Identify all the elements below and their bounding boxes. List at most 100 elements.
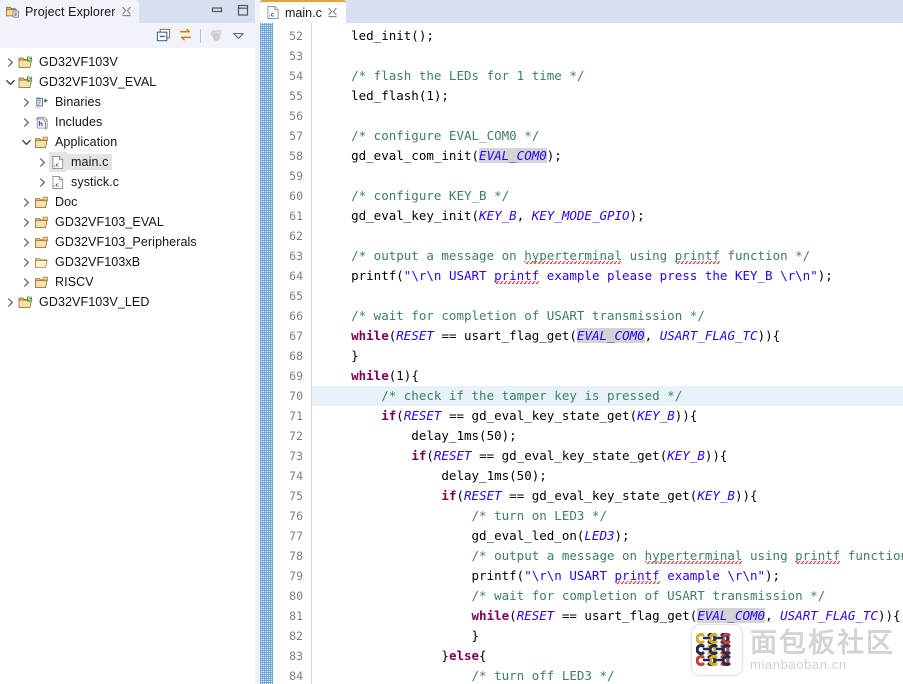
annotation-ruler[interactable]: [260, 23, 273, 684]
tree-item-label: Application: [55, 135, 118, 149]
chevron-right-icon[interactable]: [20, 232, 33, 252]
code-line[interactable]: /* configure KEY_B */: [312, 186, 903, 206]
svg-text:10: 10: [36, 96, 41, 100]
code-line[interactable]: gd_eval_com_init(EVAL_COM0);: [312, 146, 903, 166]
c-file-icon: .c: [266, 5, 280, 20]
code-token: == usart_flag_get(: [554, 608, 698, 623]
code-line[interactable]: led_flash(1);: [312, 86, 903, 106]
code-line[interactable]: if(RESET == gd_eval_key_state_get(KEY_B)…: [312, 406, 903, 426]
line-number: 61: [289, 209, 303, 223]
code-line[interactable]: delay_1ms(50);: [312, 466, 903, 486]
chevron-right-icon[interactable]: [36, 172, 49, 192]
code-line[interactable]: gd_eval_led_on(LED3);: [312, 526, 903, 546]
line-number: 54: [289, 69, 303, 83]
code-token: if: [411, 448, 427, 463]
code-line[interactable]: led_init();: [312, 26, 903, 46]
code-token: ,: [644, 328, 660, 343]
tree-item-includes[interactable]: h Includes: [0, 112, 255, 132]
code-line[interactable]: /* output a message on hyperterminal usi…: [312, 546, 903, 566]
tab-project-explorer[interactable]: Project Explorer: [0, 0, 139, 23]
code-line[interactable]: while(RESET == usart_flag_get(EVAL_COM0,…: [312, 326, 903, 346]
code-line[interactable]: /* wait for completion of USART transmis…: [312, 586, 903, 606]
chevron-down-icon[interactable]: [20, 132, 33, 152]
tree-item-gd32vf103-eval[interactable]: GD32VF103_EVAL: [0, 212, 255, 232]
code-line[interactable]: if(RESET == gd_eval_key_state_get(KEY_B)…: [312, 446, 903, 466]
tree-item-systick-c[interactable]: .c systick.c: [0, 172, 255, 192]
tree-item-gd32vf103v-led[interactable]: C GD32VF103V_LED: [0, 292, 255, 312]
editor-area: .c main.c 52 53 54 55 56 57 58 59 60 61 62 63 64 65 66…: [260, 0, 903, 684]
chevron-right-icon[interactable]: [20, 252, 33, 272]
tree-item-application[interactable]: Application: [0, 132, 255, 152]
code-line[interactable]: printf("\r\n USART printf example \r\n")…: [312, 566, 903, 586]
code-line[interactable]: delay_1ms(50);: [312, 426, 903, 446]
close-icon[interactable]: [121, 6, 132, 17]
chevron-right-icon[interactable]: [20, 192, 33, 212]
svg-text:C: C: [28, 296, 32, 302]
code-line[interactable]: if(RESET == gd_eval_key_state_get(KEY_B)…: [312, 486, 903, 506]
tree-item-gd32vf103v[interactable]: C GD32VF103V: [0, 52, 255, 72]
chevron-down-icon[interactable]: [227, 25, 249, 46]
tab-main-c[interactable]: .c main.c: [260, 0, 346, 23]
code-text-area[interactable]: led_init(); /* flash the LEDs for 1 time…: [312, 23, 903, 684]
code-line[interactable]: }: [312, 626, 903, 646]
line-number: 84: [289, 669, 303, 683]
code-line[interactable]: /* turn on LED3 */: [312, 506, 903, 526]
code-line[interactable]: /* wait for completion of USART transmis…: [312, 306, 903, 326]
chevron-right-icon[interactable]: [20, 212, 33, 232]
code-line[interactable]: /* turn off LED3 */: [312, 666, 903, 684]
code-line[interactable]: /* check if the tamper key is pressed */: [312, 386, 903, 406]
code-line[interactable]: while(RESET == usart_flag_get(EVAL_COM0,…: [312, 606, 903, 626]
chevron-right-icon[interactable]: [4, 52, 17, 72]
code-line[interactable]: }: [312, 346, 903, 366]
code-line[interactable]: [312, 46, 903, 66]
plain-folder-icon: [33, 252, 51, 272]
chevron-right-icon[interactable]: [20, 272, 33, 292]
chevron-right-icon[interactable]: [20, 92, 33, 112]
maximize-icon[interactable]: [235, 2, 251, 18]
line-number: 64: [289, 269, 303, 283]
code-line[interactable]: [312, 166, 903, 186]
tree-item-gd32vf103-peripherals[interactable]: GD32VF103_Peripherals: [0, 232, 255, 252]
code-token: );: [765, 568, 781, 583]
code-line[interactable]: /* configure EVAL_COM0 */: [312, 126, 903, 146]
line-number: 57: [289, 129, 303, 143]
tree-item-doc[interactable]: Doc: [0, 192, 255, 212]
code-line[interactable]: [312, 226, 903, 246]
code-line[interactable]: [312, 106, 903, 126]
code-token: );: [614, 528, 630, 543]
chevron-right-icon[interactable]: [4, 292, 17, 312]
code-token: );: [817, 268, 833, 283]
chevron-right-icon[interactable]: [20, 112, 33, 132]
c-project-icon: C: [17, 52, 35, 72]
tree-item-label: Binaries: [55, 95, 101, 109]
link-with-editor-icon[interactable]: [174, 25, 196, 46]
tree-item-gd32vf103v-eval[interactable]: C GD32VF103V_EVAL: [0, 72, 255, 92]
code-line[interactable]: }else{: [312, 646, 903, 666]
project-explorer-tab-label: Project Explorer: [25, 4, 116, 19]
collapse-all-icon[interactable]: [152, 25, 174, 46]
tree-item-gd32vf103xb[interactable]: GD32VF103xB: [0, 252, 255, 272]
code-line[interactable]: while(1){: [312, 366, 903, 386]
tree-item-riscv[interactable]: RISCV: [0, 272, 255, 292]
code-token: delay_1ms(50);: [321, 468, 547, 483]
minimize-icon[interactable]: [209, 2, 225, 18]
code-line[interactable]: printf("\r\n USART printf example please…: [312, 266, 903, 286]
code-token: KEY_B: [667, 448, 705, 463]
view-menu-icon[interactable]: [205, 25, 227, 46]
code-line[interactable]: gd_eval_key_init(KEY_B, KEY_MODE_GPIO);: [312, 206, 903, 226]
line-number: 81: [289, 609, 303, 623]
tree-item-label: GD32VF103V: [39, 55, 118, 69]
tree-item-binaries[interactable]: 10 01 Binaries: [0, 92, 255, 112]
code-line[interactable]: [312, 286, 903, 306]
chevron-right-icon[interactable]: [36, 152, 49, 172]
code-line[interactable]: /* output a message on hyperterminal usi…: [312, 246, 903, 266]
code-line[interactable]: /* flash the LEDs for 1 time */: [312, 66, 903, 86]
chevron-down-icon[interactable]: [4, 72, 17, 92]
project-tree[interactable]: C GD32VF103V C GD32VF103V_EVAL 10 01 Binaries h…: [0, 49, 255, 684]
tree-item-main-c[interactable]: .c main.c: [0, 152, 255, 172]
code-token: }: [321, 348, 359, 363]
editor-body[interactable]: 52 53 54 55 56 57 58 59 60 61 62 63 64 65 66 67 68 69 70 71…: [260, 23, 903, 684]
code-token: hyperterminal: [644, 548, 743, 564]
close-icon[interactable]: [327, 7, 338, 18]
code-token: if: [381, 408, 397, 423]
